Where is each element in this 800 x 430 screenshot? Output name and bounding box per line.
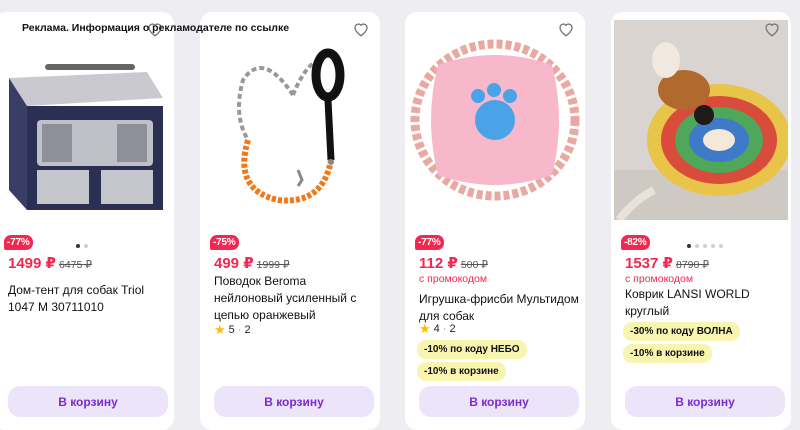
favorite-icon[interactable] (763, 20, 781, 38)
rating[interactable]: ★ 4 · 2 (419, 321, 456, 337)
promo-tag: -10% по коду НЕБО (417, 340, 527, 359)
add-to-cart-button[interactable]: В корзину (214, 386, 374, 417)
price: 112 ₽ (419, 255, 458, 272)
star-icon: ★ (214, 322, 226, 337)
price-row: 499 ₽1999 ₽ (214, 254, 290, 273)
review-count: 2 (449, 323, 456, 335)
image-pager[interactable] (687, 244, 723, 250)
discount-badge: -77% (415, 235, 444, 250)
promo-label: с промокодом (419, 273, 488, 285)
promo-tag: -30% по коду ВОЛНА (623, 322, 740, 341)
discount-badge: -75% (210, 235, 239, 250)
product-card[interactable]: -82% 1537 ₽8790 ₽ с промокодом Коврик LA… (611, 12, 791, 430)
discount-badge: -77% (4, 235, 33, 250)
product-card[interactable]: -75% 499 ₽1999 ₽ Поводок Beroma нейлонов… (200, 12, 380, 430)
promo-tag: -10% в корзине (417, 362, 506, 381)
product-image-frisbee[interactable] (408, 20, 582, 220)
ad-disclaimer[interactable]: Реклама. Информация о рекламодателе по с… (22, 22, 289, 34)
product-title[interactable]: Дом-тент для собак Triol 1047 M 30711010 (8, 282, 168, 316)
add-to-cart-button[interactable]: В корзину (625, 386, 785, 417)
product-card[interactable]: -77% 112 ₽500 ₽ с промокодом Игрушка-фри… (405, 12, 585, 430)
rating-separator: · (442, 323, 447, 335)
rating-value: 5 (228, 324, 235, 336)
image-pager[interactable] (76, 244, 88, 250)
price-row: 1537 ₽8790 ₽ (625, 254, 709, 273)
rating[interactable]: ★ 5 · 2 (214, 322, 251, 338)
product-image-snuffle-mat[interactable] (614, 20, 788, 220)
price-row: 1499 ₽6475 ₽ (8, 254, 92, 273)
star-icon: ★ (419, 321, 431, 336)
price: 1499 ₽ (8, 255, 56, 272)
rating-value: 4 (433, 323, 440, 335)
price-row: 112 ₽500 ₽ (419, 254, 488, 273)
favorite-icon[interactable] (557, 20, 575, 38)
promo-tag: -10% в корзине (623, 344, 712, 363)
rating-separator: · (237, 324, 242, 336)
price: 499 ₽ (214, 255, 254, 272)
old-price: 6475 ₽ (58, 259, 92, 271)
promo-label: с промокодом (625, 273, 694, 285)
discount-badge: -82% (621, 235, 650, 250)
product-title[interactable]: Поводок Beroma нейлоновый усиленный с це… (214, 273, 374, 324)
product-image-leash[interactable] (203, 20, 377, 220)
add-to-cart-button[interactable]: В корзину (419, 386, 579, 417)
favorite-icon[interactable] (352, 20, 370, 38)
review-count: 2 (244, 324, 251, 336)
old-price: 1999 ₽ (256, 259, 290, 271)
product-title[interactable]: Коврик LANSI WORLD круглый (625, 286, 785, 320)
add-to-cart-button[interactable]: В корзину (8, 386, 168, 417)
product-title[interactable]: Игрушка-фрисби Мультидом для собак (419, 291, 579, 325)
old-price: 8790 ₽ (675, 259, 709, 271)
product-image-dog-tent[interactable] (0, 20, 171, 220)
product-card[interactable]: -77% 1499 ₽6475 ₽ Дом-тент для собак Tri… (0, 12, 174, 430)
price: 1537 ₽ (625, 255, 673, 272)
old-price: 500 ₽ (460, 259, 488, 271)
